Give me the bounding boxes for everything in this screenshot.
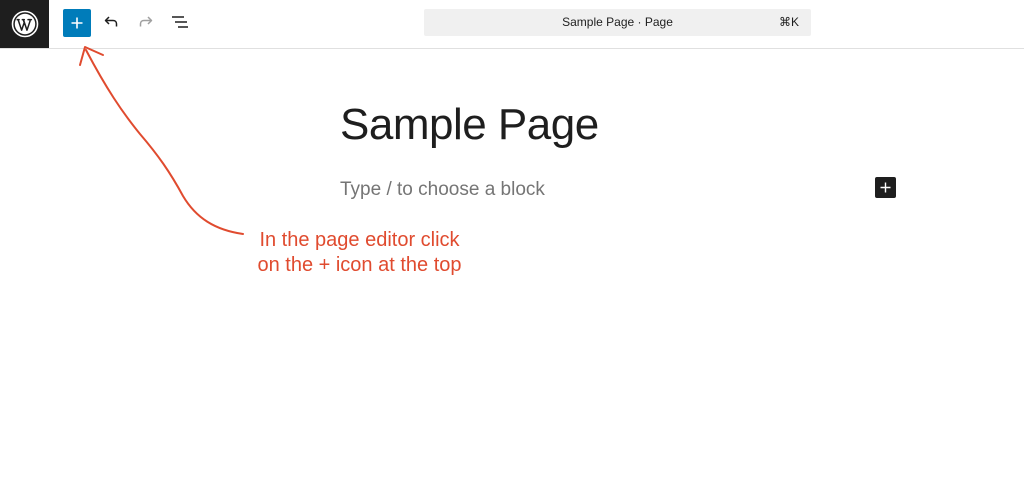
default-block-appender[interactable]: Type / to choose a block [340, 179, 545, 201]
undo-button[interactable] [99, 10, 123, 34]
plus-icon [71, 17, 83, 29]
wordpress-logo-button[interactable] [0, 0, 49, 48]
plus-icon [880, 182, 891, 193]
keyboard-shortcut-hint: ⌘K [778, 15, 799, 29]
annotation-line-2: on the + icon at the top [257, 254, 462, 276]
wordpress-logo-icon [11, 10, 38, 38]
annotation-line-1: In the page editor click [259, 229, 460, 251]
post-title[interactable]: Sample Page [340, 100, 599, 150]
undo-icon [104, 16, 118, 27]
annotation-callout: In the page editor click on the + icon a… [232, 228, 487, 278]
inline-block-inserter-button[interactable] [875, 177, 896, 198]
document-overview-button[interactable] [168, 10, 192, 34]
command-palette-bar[interactable]: Sample Page · Page ⌘K [424, 9, 811, 36]
annotation-arrow [79, 46, 244, 235]
redo-button[interactable] [134, 10, 158, 34]
block-inserter-toggle[interactable] [63, 9, 91, 37]
list-view-icon [172, 16, 188, 28]
document-title: Sample Page · Page [562, 15, 673, 29]
editor-header: Sample Page · Page ⌘K [0, 0, 1024, 49]
redo-icon [139, 16, 153, 27]
